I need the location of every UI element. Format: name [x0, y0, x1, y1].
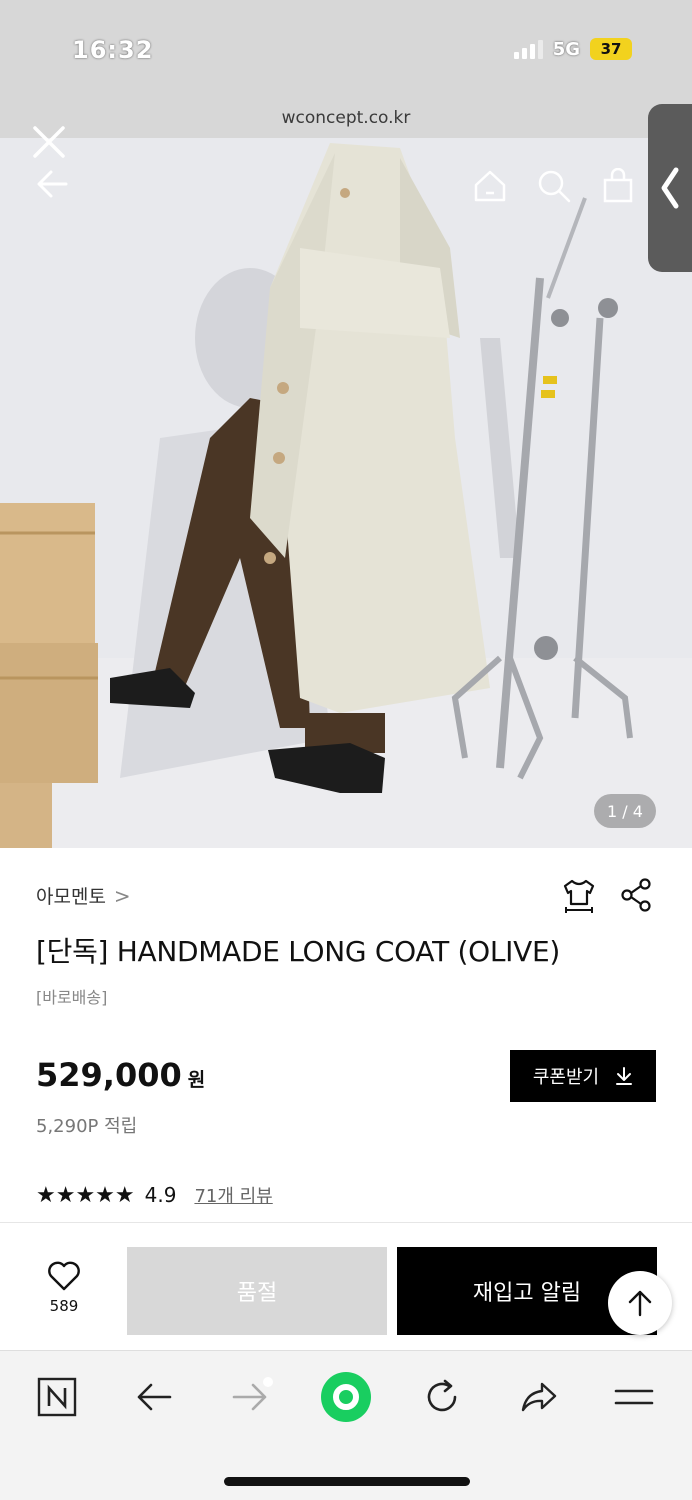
browser-forward-icon[interactable]	[228, 1375, 272, 1419]
network-label: 5G	[552, 38, 580, 60]
coupon-label: 쿠폰받기	[532, 1067, 600, 1088]
product-image[interactable]	[0, 138, 692, 848]
search-icon[interactable]	[536, 168, 572, 204]
soldout-button: 품절	[127, 1247, 387, 1335]
brand-name: 아모멘토	[36, 886, 106, 908]
wish-count: 589	[49, 1297, 79, 1315]
green-dot-icon[interactable]	[320, 1371, 372, 1423]
download-icon	[616, 1067, 633, 1085]
size-guide-icon[interactable]	[562, 878, 596, 918]
side-panel-handle[interactable]	[648, 104, 692, 272]
home-indicator[interactable]	[224, 1477, 470, 1486]
heart-icon	[48, 1261, 80, 1291]
status-indicators: 5G 37	[513, 38, 632, 60]
browser-toolbar	[0, 1350, 692, 1500]
price: 529,000	[36, 1056, 182, 1094]
image-counter: 1 / 4	[594, 794, 656, 828]
hero-toolbar	[472, 167, 636, 204]
delivery-badge: [바로배송]	[36, 988, 108, 1007]
product-title: [단독] HANDMADE LONG COAT (OLIVE)	[36, 935, 561, 968]
close-icon[interactable]	[32, 125, 66, 159]
status-bar: 16:32 5G 37	[0, 0, 692, 100]
home-icon[interactable]	[472, 168, 508, 204]
brand-link[interactable]: 아모멘토 >	[36, 882, 131, 909]
wishlist-button[interactable]: 589	[36, 1261, 92, 1315]
chevron-right-icon: >	[113, 883, 131, 908]
cart-icon[interactable]	[600, 167, 636, 204]
back-arrow-icon[interactable]	[36, 167, 70, 201]
price-row: 529,000 원	[36, 1056, 205, 1094]
reviews-link[interactable]: 71개 리뷰	[194, 1182, 272, 1208]
rating-value: 4.9	[144, 1183, 177, 1207]
scroll-top-button[interactable]	[608, 1271, 672, 1335]
share-arrow-icon[interactable]	[517, 1375, 561, 1419]
battery-icon: 37	[590, 38, 632, 60]
share-icon[interactable]	[620, 878, 652, 918]
product-photo	[0, 138, 692, 848]
reward-points: 5,290P 적립	[36, 1116, 138, 1137]
url-text: wconcept.co.kr	[281, 108, 411, 128]
status-time: 16:32	[72, 36, 154, 64]
menu-icon[interactable]	[612, 1375, 656, 1419]
arrow-up-icon	[628, 1290, 652, 1317]
signal-icon	[513, 39, 543, 59]
product-actions	[562, 878, 652, 918]
rating-row: ★★★★★ 4.9 71개 리뷰	[36, 1182, 273, 1208]
purchase-bar: 589 품절 재입고 알림	[0, 1222, 692, 1350]
coupon-button[interactable]: 쿠폰받기	[510, 1050, 656, 1102]
url-bar[interactable]: wconcept.co.kr	[0, 100, 692, 140]
star-rating-icon: ★★★★★	[36, 1182, 135, 1208]
refresh-icon[interactable]	[420, 1375, 464, 1419]
browser-back-icon[interactable]	[132, 1375, 176, 1419]
naver-n-icon[interactable]	[35, 1375, 79, 1419]
chevron-left-icon	[661, 167, 679, 209]
price-unit: 원	[187, 1069, 206, 1091]
